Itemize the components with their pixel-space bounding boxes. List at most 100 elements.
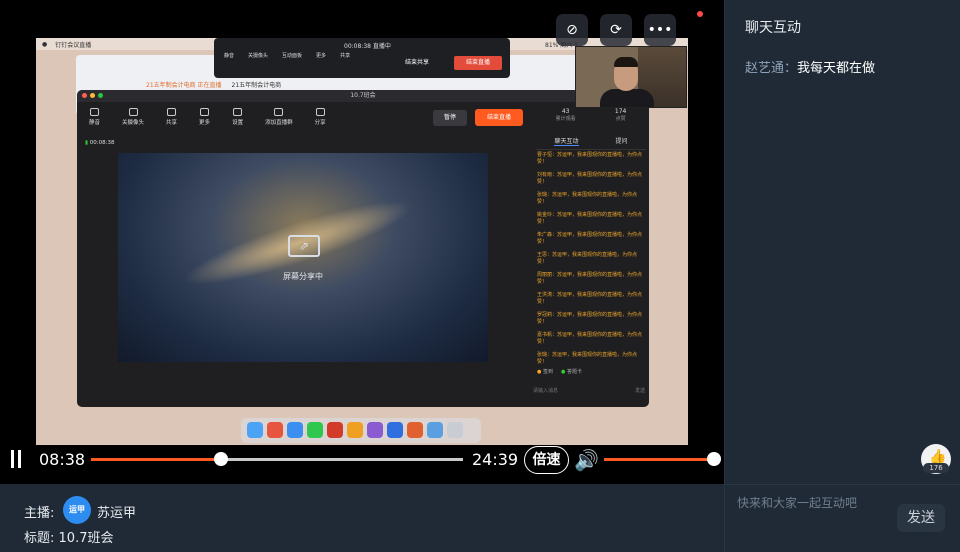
tool-label: 共享 — [166, 120, 178, 126]
end-live-window-label: 结束直播 — [475, 109, 523, 126]
tool-label: 关摄像头 — [122, 120, 145, 126]
export-icon — [315, 108, 325, 116]
inner-chat-list: 曹子恒：苏运甲，我来围观你的直播啦，为你点赞！ 刘有雨：苏运甲，我来围观你的直播啦… — [537, 152, 645, 372]
inner-chat-line: 刘有雨：苏运甲，我来围观你的直播啦，为你点赞！ — [537, 172, 643, 185]
chat-input[interactable]: 快来和大家一起互动吧 — [737, 494, 857, 511]
gear-icon — [233, 108, 243, 116]
divider — [725, 484, 960, 485]
total-time: 24:39 — [472, 450, 519, 469]
control-timer: 00:08:38 — [344, 43, 371, 50]
tool-label: 设置 — [232, 120, 244, 126]
pause-label: 暂停 — [433, 110, 467, 126]
progress-fill — [91, 458, 222, 461]
player-controls: 08:38 24:39 倍速 🔊 — [0, 436, 724, 484]
meeting-window: 10.7班会 静音 关摄像头 共享 更多 设置 添加直播群 分享 暂停 结束直播 — [77, 90, 649, 407]
progress-bar[interactable] — [91, 452, 463, 466]
progress-knob[interactable] — [214, 452, 229, 466]
current-time: 08:38 — [39, 450, 86, 469]
live-stats: 43 累计观看 174 点赞 — [536, 108, 646, 122]
back-tab: 21五年制会计电商 正在直播 — [146, 81, 222, 89]
window-traffic-lights — [82, 93, 103, 98]
inner-input-placeholder: 请输入消息 — [533, 388, 559, 394]
meeting-control-bar: 00:08:38 直播中 静音 关摄像头 互动面板 更多 共享 结束共享 结束直… — [214, 38, 510, 78]
top-right-actions: ⊘ ⟳ ••• — [556, 14, 676, 46]
signal-icon: ▮ — [85, 140, 89, 146]
pause-bar-right — [18, 450, 21, 468]
stat-views: 43 累计观看 — [556, 108, 576, 122]
more-dots-icon — [200, 108, 210, 116]
inner-chat-actions: ● 签到 ● 答题卡 — [537, 368, 582, 375]
inner-chat-line: 嘉书帆：苏运甲，我来围观你的直播啦，为你点赞！ — [537, 332, 643, 345]
tool-more: 更多 — [199, 108, 210, 126]
control-mute: 静音 — [224, 53, 235, 59]
quiz-label: ● 答题卡 — [560, 369, 582, 375]
checkin-text: 签到 — [542, 369, 553, 375]
rotate-icon[interactable]: ⟳ — [600, 14, 632, 46]
notification-dot — [697, 11, 703, 17]
zoom-dot-icon — [98, 93, 103, 98]
inner-chat-line: 姚金玲：苏运甲，我来围观你的直播啦，为你点赞！ — [537, 212, 643, 225]
quiz-text: 答题卡 — [566, 369, 582, 375]
record-time-text: 00:08:38 — [89, 140, 115, 146]
send-button[interactable]: 发送 — [897, 504, 945, 532]
volume-icon[interactable]: 🔊 — [574, 448, 599, 472]
presenter-hair — [614, 57, 638, 67]
stream-info: 主播: 运甲 苏运甲 标题: 10.7班会 — [0, 484, 724, 552]
chat-title: 聊天互动 — [745, 20, 801, 36]
tool-settings: 设置 — [232, 108, 243, 126]
topic: 标题: 10.7班会 — [24, 527, 113, 546]
volume-slider[interactable] — [604, 452, 721, 466]
topic-label: 标题: — [24, 531, 55, 546]
inner-chat-line: 罗冠莉：苏运甲，我来围观你的直播啦，为你点赞！ — [537, 312, 643, 325]
like-count: 176 — [923, 463, 949, 473]
tool-add-group: 添加直播群 — [265, 108, 293, 126]
tool-label: 分享 — [314, 120, 326, 126]
control-panel: 互动面板 — [282, 53, 303, 59]
host-label: 主播: — [24, 506, 55, 521]
inner-chat-tabs: 聊天互动 提问 — [536, 136, 646, 150]
inner-send-label: 发送 — [634, 388, 645, 394]
screen-share-text: 屏幕分享中 — [283, 272, 323, 281]
presenter-camera — [575, 46, 687, 108]
tool-label: 更多 — [199, 120, 211, 126]
inner-chat-input: 请输入消息 发送 — [533, 387, 645, 394]
inner-chat-line: 周丽丽：苏运甲，我来围观你的直播啦，为你点赞！ — [537, 272, 643, 285]
screen-share-preview: ⇗ 屏幕分享中 — [118, 153, 488, 362]
inner-chat-line: 王洪涛：苏运甲，我来围观你的直播啦，为你点赞！ — [537, 292, 643, 305]
pause-icon[interactable] — [11, 450, 21, 468]
minimize-dot-icon — [90, 93, 95, 98]
record-time: ▮ 00:08:38 — [85, 140, 114, 146]
chat-text: 我每天都在做 — [797, 61, 876, 76]
share-screen-icon — [167, 108, 177, 116]
live-player-page: ● 钉钉会议直播 81% 周六 1 21五年制会计电商 正在直播 21五年制会计… — [0, 0, 960, 552]
video-area[interactable]: ● 钉钉会议直播 81% 周六 1 21五年制会计电商 正在直播 21五年制会计… — [0, 0, 724, 484]
background-tabs: 21五年制会计电商 正在直播 21五年制会计电商 — [76, 78, 596, 90]
control-camera: 关摄像头 — [248, 53, 269, 59]
stat-value: 43 — [561, 108, 570, 115]
tool-camera: 关摄像头 — [122, 108, 144, 126]
screen-share-icon: ⇗ — [288, 235, 320, 257]
tool-label: 静音 — [89, 120, 101, 126]
tool-share-link: 分享 — [315, 108, 326, 126]
end-live-label: 结束直播 — [454, 56, 502, 70]
control-share: 共享 — [340, 53, 351, 59]
tool-share: 共享 — [166, 108, 177, 126]
control-more: 更多 — [316, 53, 327, 59]
chat-user: 赵艺通： — [745, 61, 798, 76]
mac-menu-app: 钉钉会议直播 — [55, 41, 92, 49]
inner-chat-line: 王思：苏运甲，我来围观你的直播啦，为你点赞！ — [537, 252, 638, 265]
speed-button[interactable]: 倍速 — [524, 446, 569, 474]
mic-icon — [90, 108, 99, 116]
avatar[interactable]: 运甲 — [63, 496, 91, 524]
inner-chat-line: 朱广森：苏运甲，我来围观你的直播啦，为你点赞！ — [537, 232, 643, 245]
pause-bar-left — [11, 450, 14, 468]
inner-chat-line: 曹子恒：苏运甲，我来围观你的直播啦，为你点赞！ — [537, 152, 643, 165]
add-group-icon — [274, 108, 284, 116]
volume-knob[interactable] — [707, 452, 721, 466]
like-button[interactable]: 👍 176 — [921, 444, 951, 474]
back-tab: 21五年制会计电商 — [231, 81, 282, 89]
end-share-label: 结束共享 — [404, 59, 429, 66]
chat-toggle-icon[interactable]: ⊘ — [556, 14, 588, 46]
more-icon[interactable]: ••• — [644, 14, 676, 46]
tool-mute: 静音 — [89, 108, 100, 126]
